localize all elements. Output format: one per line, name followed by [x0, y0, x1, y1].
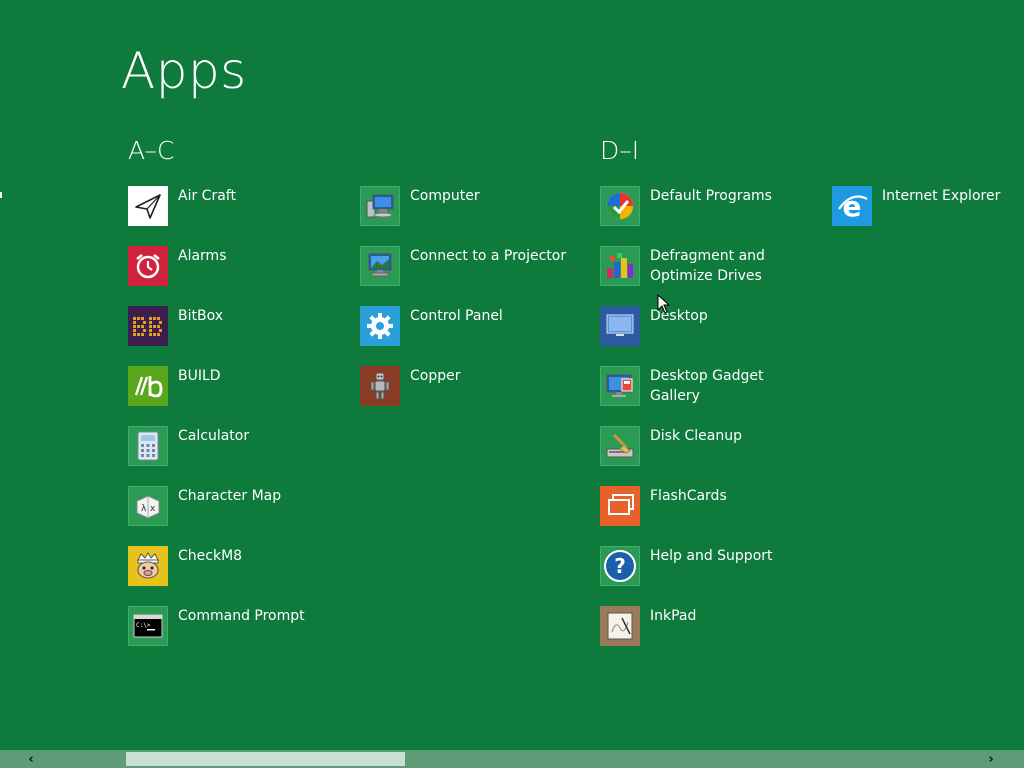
inkpad-icon — [600, 606, 640, 646]
apps-screen: Apps A–C D–I Air Craft Alarms BitBox BUI… — [0, 0, 1024, 768]
command-prompt-icon: C:\> — [128, 606, 168, 646]
projector-icon — [360, 246, 400, 286]
app-tile-default-programs[interactable]: Default Programs — [600, 186, 820, 230]
app-label: Computer — [410, 188, 480, 204]
app-tile-desktop[interactable]: Desktop — [600, 306, 820, 350]
computer-icon — [360, 186, 400, 226]
desktop-icon — [600, 306, 640, 346]
app-label: Copper — [410, 368, 461, 384]
app-label: BitBox — [178, 308, 224, 324]
app-tile-calculator[interactable]: Calculator — [128, 426, 348, 470]
group-header-d-i: D–I — [600, 136, 640, 165]
horizontal-scrollbar[interactable]: ‹ › — [0, 750, 1024, 768]
gear-icon — [360, 306, 400, 346]
default-programs-icon — [600, 186, 640, 226]
bitbox-icon — [128, 306, 168, 346]
disk-cleanup-icon — [600, 426, 640, 466]
flashcards-icon — [600, 486, 640, 526]
app-tile-computer[interactable]: Computer — [360, 186, 580, 230]
defragment-icon — [600, 246, 640, 286]
app-tile-air-craft[interactable]: Air Craft — [128, 186, 348, 230]
app-label: CheckM8 — [178, 548, 243, 564]
app-label: BUILD — [178, 368, 221, 384]
svg-text:?: ? — [614, 554, 626, 578]
app-label: Connect to a Projector — [410, 248, 567, 264]
app-label: FlashCards — [650, 488, 727, 504]
app-tile-control-panel[interactable]: Control Panel — [360, 306, 580, 350]
app-tile-command-prompt[interactable]: C:\> Command Prompt — [128, 606, 348, 650]
app-label: Internet Explorer — [882, 188, 1001, 204]
page-title: Apps — [121, 42, 247, 100]
gadget-gallery-icon — [600, 366, 640, 406]
build-icon — [128, 366, 168, 406]
app-tile-desktop-gadget-gallery[interactable]: Desktop Gadget Gallery — [600, 366, 820, 410]
app-label: Defragment and Optimize Drives — [650, 248, 765, 284]
app-label: Air Craft — [178, 188, 236, 204]
app-tile-character-map[interactable]: λx Character Map — [128, 486, 348, 530]
app-label: Desktop Gadget Gallery — [650, 368, 764, 404]
internet-explorer-icon: e — [832, 186, 872, 226]
scrollbar-thumb[interactable] — [126, 752, 405, 766]
app-label: Control Panel — [410, 308, 503, 324]
svg-text:C:\>: C:\> — [136, 622, 151, 629]
alarm-clock-icon — [128, 246, 168, 286]
scroll-right-arrow[interactable]: › — [980, 750, 1002, 768]
group-header-a-c: A–C — [128, 136, 175, 165]
app-label: Alarms — [178, 248, 227, 264]
app-tile-bitbox[interactable]: BitBox — [128, 306, 348, 350]
app-label: Help and Support — [650, 548, 773, 564]
app-tile-alarms[interactable]: Alarms — [128, 246, 348, 290]
paper-plane-icon — [128, 186, 168, 226]
scroll-left-arrow[interactable]: ‹ — [20, 750, 42, 768]
app-label: Character Map — [178, 488, 282, 504]
svg-text:λ: λ — [141, 504, 147, 514]
character-map-icon: λx — [128, 486, 168, 526]
svg-text:e: e — [843, 190, 862, 223]
app-tile-flashcards[interactable]: FlashCards — [600, 486, 820, 530]
checkm8-icon — [128, 546, 168, 586]
app-label: Calculator — [178, 428, 250, 444]
app-label: InkPad — [650, 608, 697, 624]
calculator-icon — [128, 426, 168, 466]
mouse-cursor-icon — [657, 294, 671, 314]
app-label: Disk Cleanup — [650, 428, 743, 444]
edge-marker — [0, 192, 2, 198]
app-label: Default Programs — [650, 188, 772, 204]
help-icon: ? — [600, 546, 640, 586]
app-tile-copper[interactable]: Copper — [360, 366, 580, 410]
copper-robot-icon — [360, 366, 400, 406]
app-tile-inkpad[interactable]: InkPad — [600, 606, 820, 650]
app-tile-connect-projector[interactable]: Connect to a Projector — [360, 246, 580, 290]
app-tile-defragment[interactable]: Defragment and Optimize Drives — [600, 246, 820, 290]
app-tile-internet-explorer[interactable]: e Internet Explorer — [832, 186, 1024, 230]
app-label: Desktop — [650, 308, 708, 324]
app-label: Command Prompt — [178, 608, 305, 624]
app-tile-help-support[interactable]: ? Help and Support — [600, 546, 820, 590]
svg-text:x: x — [150, 504, 156, 514]
app-tile-disk-cleanup[interactable]: Disk Cleanup — [600, 426, 820, 470]
app-tile-checkm8[interactable]: CheckM8 — [128, 546, 348, 590]
app-tile-build[interactable]: BUILD — [128, 366, 348, 410]
